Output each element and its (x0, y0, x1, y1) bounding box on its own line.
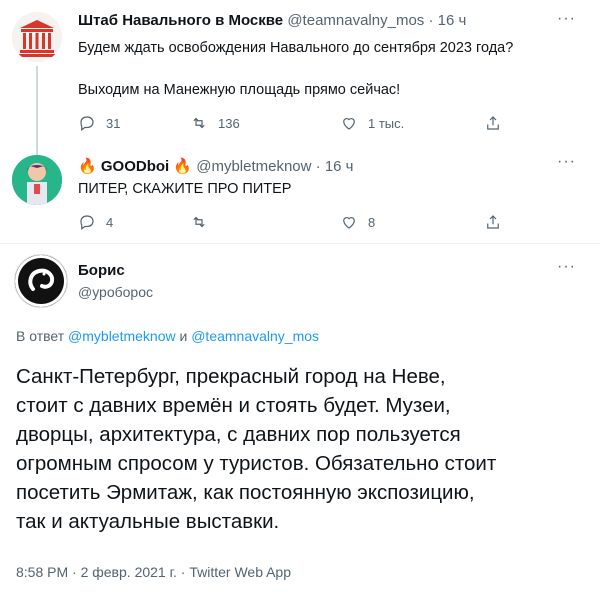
tweet-3[interactable]: Борис @уроборос ··· В ответ @mybletmekno… (0, 244, 600, 596)
reply-prefix: В ответ (16, 328, 65, 344)
reply-mention-1[interactable]: @mybletmeknow (68, 328, 176, 344)
tweet-time[interactable]: 16 ч (325, 158, 354, 175)
dot-separator: · (428, 12, 434, 29)
tweet-1[interactable]: Штаб Навального в Москве @teamnavalny_mo… (0, 0, 600, 146)
share-icon (487, 116, 499, 130)
tweet-actions: 4 8 (78, 213, 508, 233)
author-name[interactable]: Штаб Навального в Москве (78, 12, 283, 29)
reply-icon (80, 215, 94, 230)
building-logo-icon (12, 12, 62, 62)
share-icon (487, 215, 499, 229)
like-button[interactable]: 8 (340, 213, 375, 231)
share-button[interactable] (484, 213, 502, 231)
author-handle[interactable]: @teamnavalny_mos (287, 12, 424, 29)
tweet-text: Санкт-Петербург, прекрасный город на Нев… (16, 362, 586, 536)
reply-context: В ответ @mybletmeknow и @teamnavalny_mos (16, 328, 319, 344)
more-icon[interactable]: ··· (557, 258, 576, 276)
ouroboros-logo-icon (15, 255, 67, 307)
avatar[interactable] (12, 12, 62, 62)
fire-icon: 🔥 (78, 158, 97, 175)
tweet-text-line-1: Будем ждать освобождения Навального до с… (78, 40, 514, 56)
tweet-text-line: Санкт-Петербург, прекрасный город на Нев… (16, 365, 446, 388)
fire-icon: 🔥 (173, 158, 193, 175)
retweet-icon (193, 216, 205, 228)
reply-button[interactable]: 4 (78, 213, 113, 231)
tweet-header: Штаб Навального в Москве @teamnavalny_mo… (78, 12, 466, 29)
reply-mention-2[interactable]: @teamnavalny_mos (191, 328, 319, 344)
tweet-header: 🔥 GOODboi 🔥 @mybletmeknow · 16 ч (78, 157, 354, 175)
tweet-text-line: огромным спросом у туристов. Обязательно… (16, 452, 497, 475)
avatar[interactable] (14, 254, 68, 308)
tweet-actions: 31 136 1 тыс. (78, 114, 508, 134)
avatar[interactable] (12, 155, 62, 205)
dot-separator: · (315, 158, 321, 175)
tweet-text: ПИТЕР, СКАЖИТЕ ПРО ПИТЕР (78, 181, 292, 197)
reply-count: 31 (106, 115, 121, 131)
like-count: 8 (368, 214, 376, 230)
reply-count: 4 (106, 214, 114, 230)
retweet-icon (193, 117, 205, 129)
author-handle[interactable]: @mybletmeknow (196, 158, 311, 175)
tweet-text-line: дворцы, архитектура, с давних пор пользу… (16, 423, 461, 446)
tweet-text-line: посетить Эрмитаж, как постоянную экспози… (16, 481, 475, 504)
author-name-row: Борис (78, 262, 125, 279)
author-handle[interactable]: @уроборос (78, 284, 153, 300)
like-count: 1 тыс. (368, 115, 405, 131)
author-name[interactable]: GOODboi (101, 158, 169, 175)
retweet-button[interactable]: 136 (190, 114, 240, 132)
retweet-button[interactable] (190, 213, 218, 231)
more-icon[interactable]: ··· (557, 10, 576, 28)
author-name[interactable]: Борис (78, 262, 125, 279)
reply-icon (80, 116, 94, 131)
like-icon (343, 217, 355, 229)
reply-button[interactable]: 31 (78, 114, 120, 132)
retweet-count: 136 (218, 115, 240, 131)
tweet-2[interactable]: 🔥 GOODboi 🔥 @mybletmeknow · 16 ч ··· ПИТ… (0, 145, 600, 243)
tweet-text-line-2: Выходим на Манежную площадь прямо сейчас… (78, 82, 401, 98)
tweet-time[interactable]: 16 ч (438, 12, 467, 29)
tweet-text-line: так и актуальные выставки. (16, 510, 280, 533)
character-avatar-icon (12, 155, 62, 205)
like-button[interactable]: 1 тыс. (340, 114, 404, 132)
reply-and: и (179, 328, 188, 344)
tweet-text-line: стоит с давних времён и стоять будет. Му… (16, 394, 451, 417)
tweet-meta[interactable]: 8:58 PM · 2 февр. 2021 г. · Twitter Web … (16, 564, 291, 580)
share-button[interactable] (484, 114, 502, 132)
more-icon[interactable]: ··· (557, 153, 576, 171)
thread-line-top (36, 145, 38, 155)
like-icon (343, 118, 355, 130)
thread-line (36, 66, 38, 146)
